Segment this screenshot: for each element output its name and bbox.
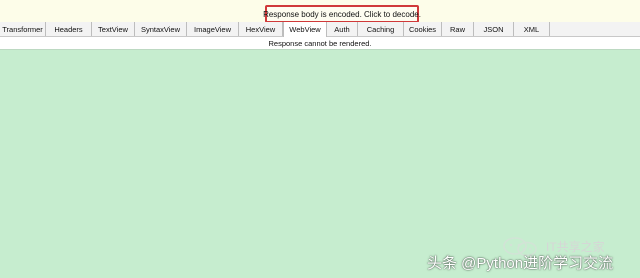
tab-label: Headers bbox=[54, 24, 83, 34]
response-tabs: Transformer Headers TextView SyntaxView … bbox=[0, 22, 640, 37]
watermark-caption: 头条 @Python进阶学习交流 bbox=[427, 255, 614, 272]
tab-label: ImageView bbox=[194, 24, 231, 34]
tab-hexview[interactable]: HexView bbox=[239, 22, 283, 36]
tab-label: Raw bbox=[449, 24, 465, 34]
tab-label: TextView bbox=[98, 24, 128, 34]
tab-headers[interactable]: Headers bbox=[46, 22, 92, 36]
response-inspector-panel: Response body is encoded. Click to decod… bbox=[0, 0, 640, 278]
tab-label: SyntaxView bbox=[140, 24, 181, 34]
tab-label: Transformer bbox=[2, 24, 43, 34]
tab-raw[interactable]: Raw bbox=[442, 22, 474, 36]
tab-imageview[interactable]: ImageView bbox=[187, 22, 239, 36]
render-status-text: Response cannot be rendered. bbox=[268, 38, 372, 48]
webview-content-area[interactable] bbox=[0, 49, 640, 278]
tab-label: XML bbox=[523, 24, 540, 34]
tab-cookies[interactable]: Cookies bbox=[404, 22, 442, 36]
tab-textview[interactable]: TextView bbox=[92, 22, 135, 36]
tab-xml[interactable]: XML bbox=[514, 22, 550, 36]
decode-message: Response body is encoded. Click to decod… bbox=[263, 9, 421, 19]
tab-label: Caching bbox=[366, 24, 395, 34]
tab-webview[interactable]: WebView bbox=[283, 22, 327, 37]
tab-caching[interactable]: Caching bbox=[358, 22, 404, 36]
tab-json[interactable]: JSON bbox=[474, 22, 514, 36]
tab-label: WebView bbox=[289, 25, 321, 34]
render-status: Response cannot be rendered. bbox=[0, 37, 640, 49]
info-bar: Response body is encoded. Click to decod… bbox=[0, 0, 640, 23]
decode-response-button[interactable]: Response body is encoded. Click to decod… bbox=[263, 5, 421, 23]
tab-label: JSON bbox=[483, 24, 504, 34]
tab-label: HexView bbox=[245, 24, 276, 34]
tab-auth[interactable]: Auth bbox=[327, 22, 358, 36]
tab-syntaxview[interactable]: SyntaxView bbox=[135, 22, 187, 36]
tab-label: Cookies bbox=[408, 24, 437, 34]
tab-transformer[interactable]: Transformer bbox=[0, 22, 46, 36]
tab-label: Auth bbox=[334, 24, 350, 34]
